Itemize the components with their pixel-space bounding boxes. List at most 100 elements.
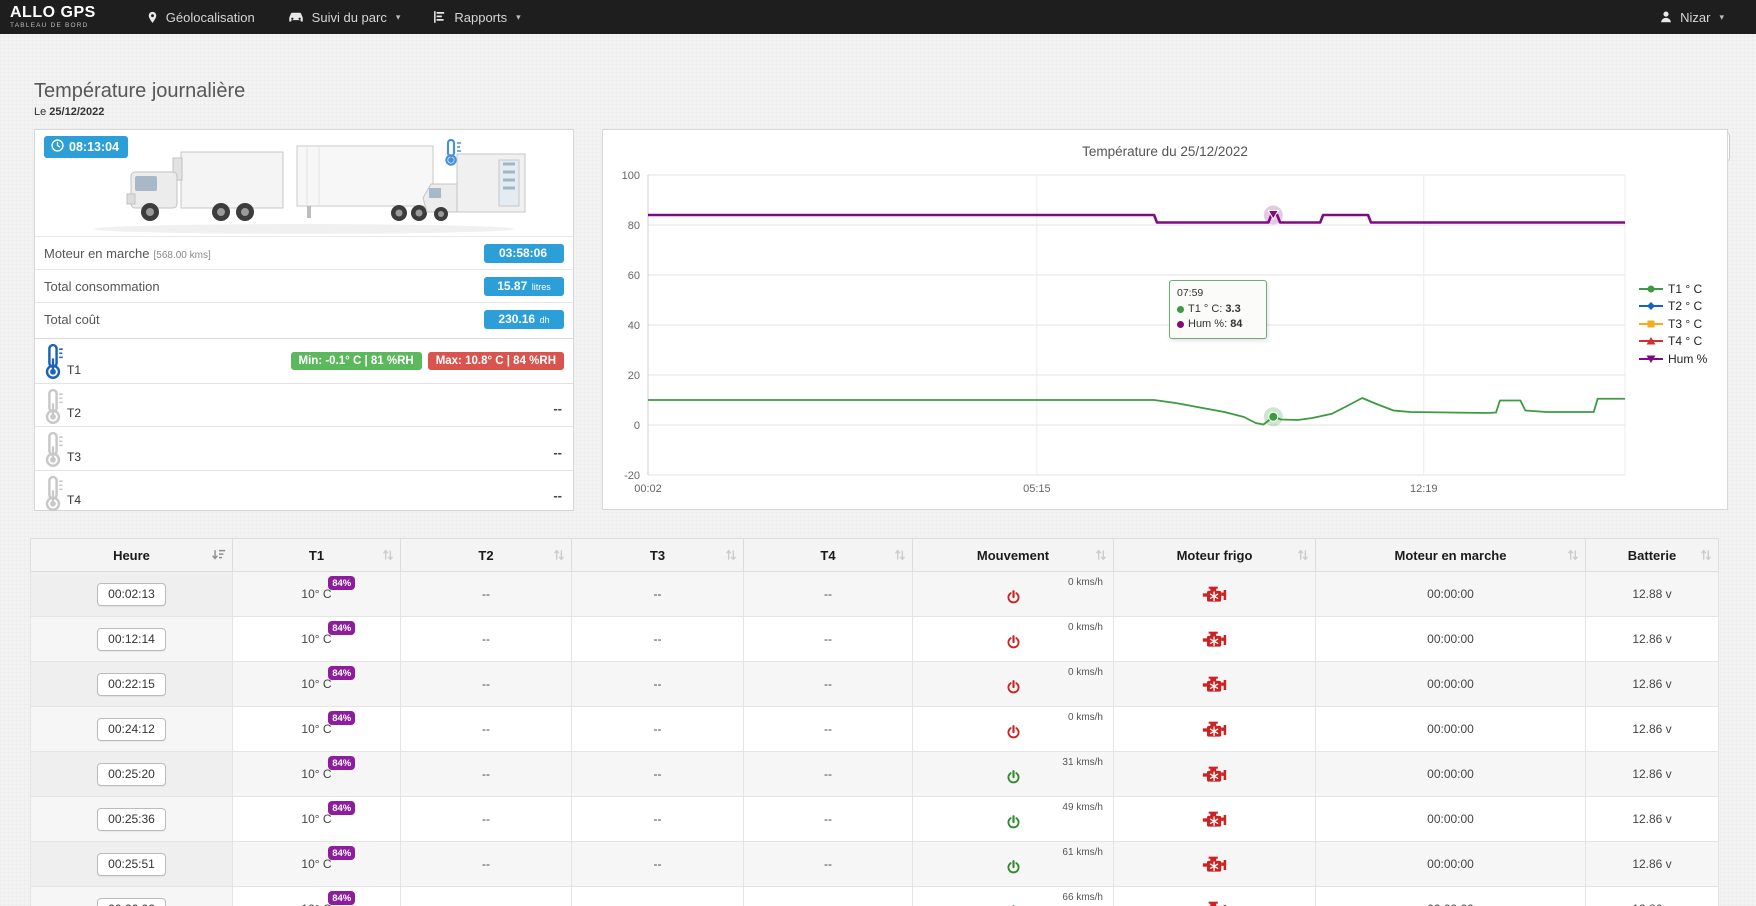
- table-row: 00:24:12 10° C84% -- -- -- 0 kms/h 00:00…: [31, 707, 1719, 752]
- chart-title: Température du 25/12/2022: [603, 144, 1727, 159]
- speed-label: 61 kms/h: [1062, 847, 1103, 858]
- column-header-t1[interactable]: T1: [233, 539, 401, 572]
- column-header-t3[interactable]: T3: [572, 539, 744, 572]
- column-header-moteur-frigo[interactable]: Moteur frigo: [1114, 539, 1316, 572]
- legend-item[interactable]: Hum %: [1639, 350, 1707, 368]
- column-header-t4[interactable]: T4: [744, 539, 913, 572]
- sensor-list: T1 Min: -0.1° C | 81 %RHMax: 10.8° C | 8…: [35, 338, 573, 513]
- readings-table: HeureT1T2T3T4MouvementMoteur frigoMoteur…: [30, 538, 1719, 906]
- summary-stat-row: Total consommation 15.87 litres: [35, 269, 573, 302]
- brand-logo[interactable]: ALLO GPS TABLEAU DE BORD: [10, 5, 96, 30]
- svg-text:40: 40: [628, 320, 640, 332]
- series-dot-icon: [1177, 306, 1184, 313]
- column-header-moteur-en-marche[interactable]: Moteur en marche: [1316, 539, 1586, 572]
- legend-item[interactable]: T3 ° C: [1639, 315, 1707, 333]
- time-chip[interactable]: 00:24:12: [97, 718, 166, 741]
- chevron-down-icon: ▾: [516, 12, 521, 23]
- humidity-badge: 84%: [328, 621, 355, 635]
- no-data-value: --: [553, 445, 562, 460]
- engine-running-duration: 00:00:00: [1316, 797, 1586, 842]
- t2-value: --: [401, 842, 572, 887]
- battery-voltage: 12.86 v: [1586, 662, 1719, 707]
- top-navbar: ALLO GPS TABLEAU DE BORD Géolocalisation…: [0, 0, 1756, 34]
- svg-text:0: 0: [634, 420, 640, 432]
- humidity-badge: 84%: [328, 666, 355, 680]
- tooltip-time: 07:59: [1177, 287, 1259, 299]
- t3-value: --: [572, 617, 744, 662]
- legend-item[interactable]: T2 ° C: [1639, 298, 1707, 316]
- no-data-value: --: [553, 401, 562, 416]
- humidity-badge: 84%: [328, 576, 355, 590]
- t1-value: 10° C: [301, 587, 331, 601]
- clock-icon: [51, 139, 64, 155]
- brand-subtitle: TABLEAU DE BORD: [10, 23, 96, 30]
- user-icon: [1659, 10, 1673, 24]
- power-icon: [1005, 859, 1022, 879]
- t1-value: 10° C: [301, 902, 331, 906]
- time-chip[interactable]: 00:12:14: [97, 628, 166, 651]
- no-data-value: --: [553, 488, 562, 503]
- t4-value: --: [744, 797, 913, 842]
- t3-value: --: [572, 887, 744, 906]
- tooltip-line-hum: Hum %: 84: [1177, 317, 1259, 332]
- sensor-row: T4 --: [35, 470, 573, 514]
- time-chip[interactable]: 00:25:51: [97, 853, 166, 876]
- stat-value-badge: 03:58:06: [484, 244, 564, 263]
- speed-label: 31 kms/h: [1062, 757, 1103, 768]
- temperature-chart[interactable]: 100806040200-2000:0205:1512:19: [603, 130, 1727, 509]
- sensor-row: T2 --: [35, 383, 573, 427]
- map-pin-icon: [146, 10, 159, 25]
- battery-voltage: 12.88 v: [1586, 572, 1719, 617]
- time-chip[interactable]: 00:25:20: [97, 763, 166, 786]
- stat-note: [568.00 kms]: [154, 250, 211, 261]
- t2-value: --: [401, 797, 572, 842]
- table-row: 00:22:15 10° C84% -- -- -- 0 kms/h 00:00…: [31, 662, 1719, 707]
- time-chip[interactable]: 00:22:15: [97, 673, 166, 696]
- column-header-heure[interactable]: Heure: [31, 539, 233, 572]
- battery-voltage: 12.86 v: [1586, 617, 1719, 662]
- chevron-down-icon: ▾: [396, 12, 401, 23]
- stat-label: Total consommation: [44, 279, 160, 294]
- thermometer-icon: [42, 431, 65, 473]
- car-icon: [287, 10, 305, 24]
- t1-value: 10° C: [301, 722, 331, 736]
- engine-snowflake-icon: [1202, 899, 1227, 906]
- nav-suivi-du-parc[interactable]: Suivi du parc ▾: [271, 0, 417, 34]
- speed-label: 0 kms/h: [1068, 577, 1103, 588]
- series-dot-icon: [1177, 321, 1184, 328]
- battery-voltage: 12.86 v: [1586, 797, 1719, 842]
- column-header-t2[interactable]: T2: [401, 539, 572, 572]
- humidity-badge: 84%: [328, 756, 355, 770]
- brand-title: ALLO GPS: [10, 5, 96, 21]
- column-header-batterie[interactable]: Batterie: [1586, 539, 1719, 572]
- t3-value: --: [572, 842, 744, 887]
- user-menu[interactable]: Nizar ▾: [1643, 0, 1740, 34]
- engine-snowflake-icon: [1202, 719, 1227, 744]
- t1-value: 10° C: [301, 677, 331, 691]
- engine-snowflake-icon: [1202, 674, 1227, 699]
- humidity-badge: 84%: [328, 891, 355, 905]
- legend-item[interactable]: T1 ° C: [1639, 280, 1707, 298]
- battery-voltage: 12.86 v: [1586, 842, 1719, 887]
- time-chip[interactable]: 00:26:06: [97, 898, 166, 906]
- power-icon: [1005, 679, 1022, 699]
- column-header-mouvement[interactable]: Mouvement: [913, 539, 1114, 572]
- t4-value: --: [744, 887, 913, 906]
- legend-item[interactable]: T4 ° C: [1639, 333, 1707, 351]
- sensor-row: T1 Min: -0.1° C | 81 %RHMax: 10.8° C | 8…: [35, 339, 573, 383]
- speed-label: 0 kms/h: [1068, 667, 1103, 678]
- speed-label: 0 kms/h: [1068, 622, 1103, 633]
- power-icon: [1005, 769, 1022, 789]
- power-icon: [1005, 589, 1022, 609]
- time-chip[interactable]: 00:02:13: [97, 583, 166, 606]
- engine-running-duration: 00:00:00: [1316, 572, 1586, 617]
- temperature-chart-card: Température du 25/12/2022 100806040200-2…: [602, 129, 1728, 510]
- nav-rapports[interactable]: Rapports ▾: [416, 0, 536, 34]
- time-chip[interactable]: 00:25:36: [97, 808, 166, 831]
- speed-label: 66 kms/h: [1062, 892, 1103, 903]
- t4-value: --: [744, 752, 913, 797]
- nav-geolocalisation[interactable]: Géolocalisation: [130, 0, 271, 34]
- t3-value: --: [572, 797, 744, 842]
- table-row: 00:12:14 10° C84% -- -- -- 0 kms/h 00:00…: [31, 617, 1719, 662]
- battery-voltage: 12.86 v: [1586, 707, 1719, 752]
